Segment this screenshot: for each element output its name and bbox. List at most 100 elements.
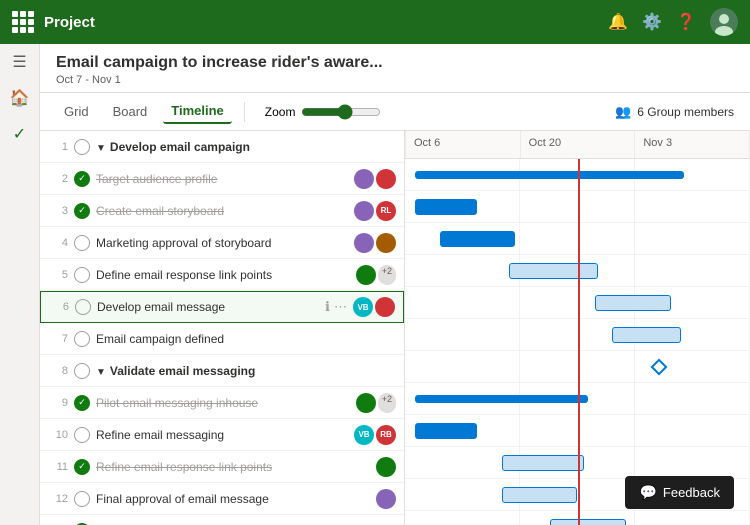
info-icon[interactable]: ℹ <box>325 299 330 315</box>
task-checkbox[interactable] <box>74 459 90 475</box>
row-num: 5 <box>48 269 68 281</box>
sidebar-menu-icon[interactable]: ☰ <box>12 52 26 72</box>
toolbar-separator <box>244 102 245 122</box>
table-row[interactable]: 8 ▼Validate email messaging <box>40 355 404 387</box>
toolbar-right: 👥 6 Group members <box>615 104 734 120</box>
row-num: 6 <box>49 301 69 313</box>
avatar: RL <box>376 201 396 221</box>
gantt-bar <box>595 295 671 311</box>
timeline: Oct 6 Oct 20 Nov 3 <box>405 131 750 525</box>
project-header: Email campaign to increase rider's aware… <box>40 44 750 93</box>
task-name: Pilot email messaging inhouse <box>96 396 350 410</box>
help-icon[interactable]: ❓ <box>676 12 696 32</box>
task-checkbox[interactable] <box>74 395 90 411</box>
timeline-view-btn[interactable]: Timeline <box>163 99 232 124</box>
table-row[interactable]: 4 Marketing approval of storyboard <box>40 227 404 259</box>
notification-icon[interactable]: 🔔 <box>608 12 628 32</box>
task-avatars <box>376 489 396 509</box>
feedback-icon: 💬 <box>639 484 656 501</box>
sidebar-home-icon[interactable]: 🏠 <box>10 88 30 108</box>
avatar <box>356 393 376 413</box>
table-row[interactable]: 1 ▼Develop email campaign <box>40 131 404 163</box>
task-avatars: RL <box>354 201 396 221</box>
zoom-slider[interactable] <box>301 104 381 120</box>
task-checkbox[interactable] <box>74 171 90 187</box>
date-nov3: Nov 3 <box>635 131 750 158</box>
task-name: Develop email message <box>97 300 321 314</box>
gantt-bar <box>415 171 684 179</box>
table-row[interactable]: 13 Email ready <box>40 515 404 525</box>
table-row[interactable]: 2 Target audience profile <box>40 163 404 195</box>
avatar <box>354 201 374 221</box>
gantt-bar <box>502 455 585 471</box>
project-dates: Oct 7 - Nov 1 <box>56 74 734 86</box>
feedback-label: Feedback <box>663 485 720 500</box>
gantt-bar <box>502 487 578 503</box>
gantt-bar <box>415 199 477 215</box>
avatar <box>375 297 395 317</box>
task-avatars <box>354 169 396 189</box>
app-launcher-icon[interactable] <box>12 11 34 33</box>
row-num: 12 <box>48 493 68 505</box>
sidebar-check-icon[interactable]: ✓ <box>13 124 26 144</box>
task-checkbox[interactable] <box>75 299 91 315</box>
avatar <box>354 169 374 189</box>
gantt-bar <box>509 263 599 279</box>
plus-badge: +2 <box>378 393 396 413</box>
task-name: Create email storyboard <box>96 204 348 218</box>
content-area: 1 ▼Develop email campaign 2 Target audie… <box>40 131 750 525</box>
project-title: Email campaign to increase rider's aware… <box>56 54 734 72</box>
row-num: 10 <box>48 429 68 441</box>
user-avatar[interactable] <box>710 8 738 36</box>
group-icon: 👥 <box>615 104 631 120</box>
task-checkbox[interactable] <box>74 267 90 283</box>
table-row[interactable]: 3 Create email storyboard RL <box>40 195 404 227</box>
plus-badge: +2 <box>378 265 396 285</box>
task-checkbox[interactable] <box>74 203 90 219</box>
table-row[interactable]: 10 Refine email messaging VB RB <box>40 419 404 451</box>
top-nav: Project 🔔 ⚙️ ❓ <box>0 0 750 44</box>
task-checkbox[interactable] <box>74 235 90 251</box>
avatar: RB <box>376 425 396 445</box>
table-row[interactable]: 11 Refine email response link points <box>40 451 404 483</box>
table-row[interactable]: 5 Define email response link points +2 <box>40 259 404 291</box>
table-row[interactable]: 7 Email campaign defined <box>40 323 404 355</box>
row-num: 11 <box>48 461 68 473</box>
task-name: Define email response link points <box>96 268 350 282</box>
nav-icons: 🔔 ⚙️ ❓ <box>608 8 738 36</box>
timeline-body <box>405 159 750 525</box>
current-date-line <box>578 159 580 525</box>
row-num: 4 <box>48 237 68 249</box>
feedback-button[interactable]: 💬 Feedback <box>625 476 734 509</box>
avatar <box>354 233 374 253</box>
task-checkbox[interactable] <box>74 427 90 443</box>
task-checkbox[interactable] <box>74 491 90 507</box>
task-checkbox[interactable] <box>74 363 90 379</box>
row-num: 1 <box>48 141 68 153</box>
task-name: Marketing approval of storyboard <box>96 236 348 250</box>
table-row[interactable]: 9 Pilot email messaging inhouse +2 <box>40 387 404 419</box>
task-checkbox[interactable] <box>74 331 90 347</box>
gantt-bar <box>550 519 626 525</box>
task-name: ▼Validate email messaging <box>96 364 396 378</box>
more-icon[interactable]: ⋯ <box>334 299 347 315</box>
row-num: 8 <box>48 365 68 377</box>
avatar <box>376 457 396 477</box>
row-num: 2 <box>48 173 68 185</box>
sidebar: ☰ 🏠 ✓ <box>0 44 40 525</box>
task-checkbox[interactable] <box>74 139 90 155</box>
task-name: Final approval of email message <box>96 492 370 506</box>
avatar: VB <box>353 297 373 317</box>
settings-icon[interactable]: ⚙️ <box>642 12 662 32</box>
group-members-count[interactable]: 6 Group members <box>637 105 734 119</box>
grid-view-btn[interactable]: Grid <box>56 100 97 123</box>
task-list: 1 ▼Develop email campaign 2 Target audie… <box>40 131 405 525</box>
avatar: VB <box>354 425 374 445</box>
board-view-btn[interactable]: Board <box>105 100 156 123</box>
zoom-control: Zoom <box>265 104 382 120</box>
table-row[interactable]: 6 Develop email message ℹ ⋯ VB <box>40 291 404 323</box>
task-name: Email campaign defined <box>96 332 396 346</box>
zoom-label: Zoom <box>265 105 296 119</box>
table-row[interactable]: 12 Final approval of email message <box>40 483 404 515</box>
row-num: 3 <box>48 205 68 217</box>
